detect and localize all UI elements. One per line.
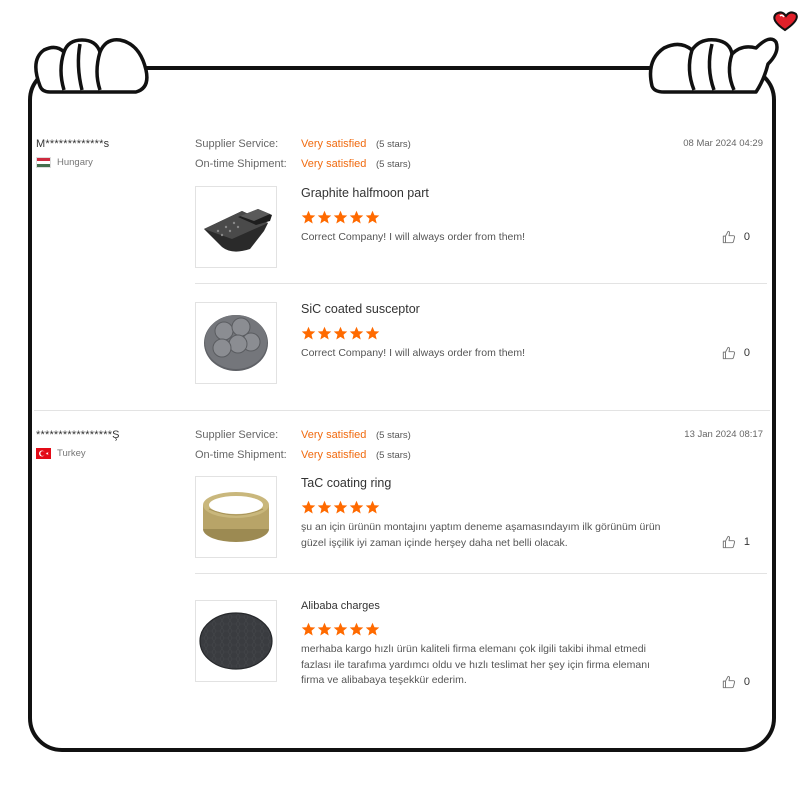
like-count: 0 <box>743 231 750 243</box>
star-icon <box>301 326 316 340</box>
sic-susceptor-image <box>204 315 268 371</box>
shipment-stars: (5 stars) <box>376 159 411 170</box>
product-name[interactable]: Graphite halfmoon part <box>301 186 429 200</box>
reviewer-country: Hungary <box>36 157 93 168</box>
item-divider <box>195 573 767 574</box>
review-divider <box>34 410 770 411</box>
star-icon <box>333 622 348 636</box>
thumbs-up-icon <box>722 535 735 549</box>
star-icon <box>333 210 348 224</box>
like-button[interactable]: 1 <box>722 535 750 549</box>
product-rating <box>301 210 380 225</box>
supplier-service-stars: (5 stars) <box>376 139 411 150</box>
star-icon <box>349 500 364 514</box>
thumbs-up-icon <box>722 346 735 360</box>
supplier-service-rating: Supplier Service: Very satisfied (5 star… <box>195 138 411 150</box>
review-date: 13 Jan 2024 08:17 <box>684 429 763 440</box>
supplier-service-value: Very satisfied <box>301 429 367 441</box>
country-name: Turkey <box>57 448 86 459</box>
graphite-halfmoon-image <box>204 209 272 252</box>
product-image[interactable] <box>195 600 277 682</box>
review-comment: şu an için ürünün montajını yaptım denem… <box>301 521 661 549</box>
shipment-value: Very satisfied <box>301 158 367 170</box>
review-comment: Correct Company! I will always order fro… <box>301 231 526 243</box>
shipment-rating: On-time Shipment: Very satisfied (5 star… <box>195 449 411 461</box>
star-icon <box>301 210 316 224</box>
star-icon <box>317 326 332 340</box>
star-icon <box>317 500 332 514</box>
dark-disk-image <box>199 612 273 670</box>
like-count: 0 <box>743 676 750 688</box>
reviewer-country: Turkey <box>36 448 86 459</box>
star-icon <box>333 326 348 340</box>
product-name[interactable]: SiC coated susceptor <box>301 302 420 316</box>
product-name[interactable]: TaC coating ring <box>301 476 391 490</box>
country-name: Hungary <box>57 157 93 168</box>
review-comment: merhaba kargo hızlı ürün kaliteli firma … <box>301 643 650 686</box>
product-rating <box>301 500 380 515</box>
star-icon <box>301 622 316 636</box>
star-icon <box>301 500 316 514</box>
star-icon <box>365 500 380 514</box>
star-icon <box>365 622 380 636</box>
like-button[interactable]: 0 <box>722 230 750 244</box>
product-image[interactable] <box>195 302 277 384</box>
product-image[interactable] <box>195 476 277 558</box>
star-icon <box>349 622 364 636</box>
star-icon <box>365 210 380 224</box>
review-date: 08 Mar 2024 04:29 <box>683 138 763 149</box>
supplier-service-rating: Supplier Service: Very satisfied (5 star… <box>195 429 411 441</box>
shipment-label: On-time Shipment: <box>195 158 287 170</box>
supplier-service-stars: (5 stars) <box>376 430 411 441</box>
product-image[interactable] <box>195 186 277 268</box>
star-icon <box>333 500 348 514</box>
star-icon <box>317 622 332 636</box>
supplier-service-value: Very satisfied <box>301 138 367 150</box>
shipment-stars: (5 stars) <box>376 450 411 461</box>
like-button[interactable]: 0 <box>722 346 750 360</box>
star-icon <box>317 210 332 224</box>
product-rating <box>301 326 380 341</box>
like-count: 1 <box>743 536 750 548</box>
reviewer-name: M*************s <box>36 138 110 150</box>
like-count: 0 <box>743 347 750 359</box>
thumbs-up-icon <box>722 675 735 689</box>
shipment-label: On-time Shipment: <box>195 449 287 461</box>
tac-ring-image <box>203 492 269 542</box>
thumbs-up-icon <box>722 230 735 244</box>
turkey-flag-icon <box>36 448 51 459</box>
heart-icon <box>773 11 798 32</box>
supplier-service-label: Supplier Service: <box>195 429 279 441</box>
product-rating <box>301 622 380 637</box>
star-icon <box>349 210 364 224</box>
reviewer-name: *****************Ş <box>36 429 120 441</box>
shipment-rating: On-time Shipment: Very satisfied (5 star… <box>195 158 411 170</box>
star-icon <box>349 326 364 340</box>
review-comment: Correct Company! I will always order fro… <box>301 347 526 359</box>
product-name[interactable]: Alibaba charges <box>301 600 380 612</box>
shipment-value: Very satisfied <box>301 449 367 461</box>
star-icon <box>365 326 380 340</box>
hungary-flag-icon <box>36 157 51 168</box>
like-button[interactable]: 0 <box>722 675 750 689</box>
supplier-service-label: Supplier Service: <box>195 138 279 150</box>
item-divider <box>195 283 767 284</box>
review-card-frame: M*************s Hungary Supplier Service… <box>28 66 776 752</box>
